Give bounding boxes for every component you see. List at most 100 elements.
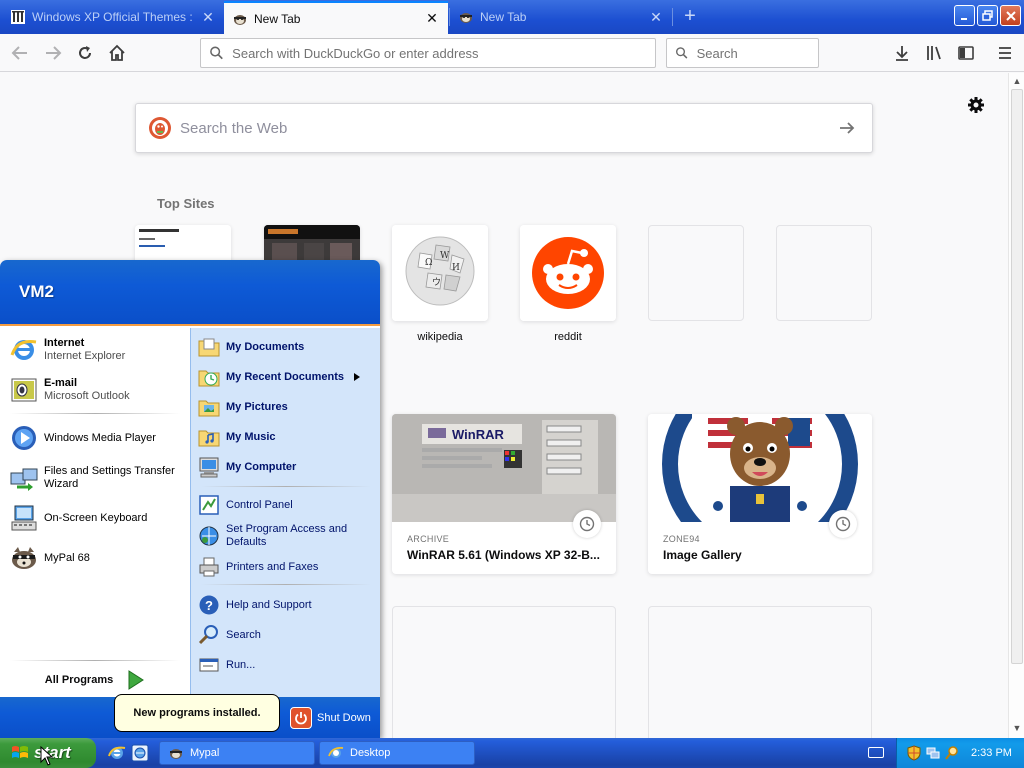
top-site-tile-wikipedia[interactable]: ΩWИ ウ bbox=[392, 225, 488, 321]
taskbar-button-desktop[interactable]: Desktop bbox=[319, 741, 475, 765]
gear-icon[interactable] bbox=[966, 95, 986, 115]
internet-explorer-icon bbox=[8, 334, 40, 366]
folder-documents-icon bbox=[197, 335, 221, 359]
start-place-my-recent-documents[interactable]: My Recent Documents bbox=[197, 364, 375, 390]
mypal-icon bbox=[458, 9, 474, 25]
back-arrow-icon bbox=[11, 46, 27, 60]
search-bar[interactable] bbox=[666, 38, 819, 68]
library-button[interactable] bbox=[921, 40, 947, 66]
notification-balloon[interactable]: New programs installed. bbox=[114, 694, 280, 732]
arrow-right-icon[interactable] bbox=[838, 119, 856, 137]
download-icon bbox=[896, 46, 908, 61]
new-tab-plus-icon[interactable]: + bbox=[678, 6, 702, 28]
scroll-up-arrow-icon[interactable]: ▲ bbox=[1012, 76, 1022, 86]
security-shield-icon[interactable] bbox=[907, 745, 921, 761]
start-place-label: Printers and Faxes bbox=[226, 560, 319, 573]
highlight-source: ARCHIVE bbox=[407, 534, 450, 544]
start-item-label: Files and Settings Transfer Wizard bbox=[44, 465, 175, 490]
start-place-my-documents[interactable]: My Documents bbox=[197, 334, 375, 360]
shut-down-button[interactable]: Shut Down bbox=[290, 705, 371, 731]
reload-button[interactable] bbox=[72, 40, 98, 66]
web-search-input[interactable] bbox=[180, 119, 838, 137]
submenu-arrow-icon bbox=[353, 373, 360, 381]
start-place-control-panel[interactable]: Control Panel bbox=[197, 492, 375, 518]
back-button[interactable] bbox=[7, 40, 33, 66]
start-place-set-program-access[interactable]: Set Program Access and Defaults bbox=[197, 520, 375, 552]
start-place-printers-faxes[interactable]: Printers and Faxes bbox=[197, 554, 375, 580]
sidebar-button[interactable] bbox=[953, 40, 979, 66]
tab-windows-xp-themes[interactable]: Windows XP Official Themes : Mic ✕ bbox=[2, 2, 224, 32]
close-tab-icon[interactable]: ✕ bbox=[648, 9, 664, 25]
clock-icon bbox=[573, 510, 601, 538]
scrollbar-thumb[interactable] bbox=[1011, 89, 1023, 664]
top-site-tile-reddit[interactable] bbox=[520, 225, 616, 321]
close-tab-icon[interactable]: ✕ bbox=[200, 9, 216, 25]
search-input[interactable] bbox=[696, 45, 818, 61]
start-place-label: Help and Support bbox=[226, 598, 312, 611]
start-place-label: Search bbox=[226, 628, 261, 641]
highlight-thumbnail bbox=[648, 414, 872, 522]
all-programs-button[interactable]: All Programs bbox=[30, 667, 160, 693]
start-item-internet[interactable]: Internet Internet Explorer bbox=[8, 332, 186, 368]
language-keyboard-icon[interactable] bbox=[868, 747, 884, 758]
library-icon bbox=[927, 46, 941, 60]
top-site-label[interactable]: wikipedia bbox=[392, 331, 488, 343]
window-restore-button[interactable] bbox=[977, 5, 998, 26]
menu-button[interactable] bbox=[992, 40, 1018, 66]
start-item-windows-media-player[interactable]: Windows Media Player bbox=[8, 420, 186, 456]
scroll-down-arrow-icon[interactable]: ▼ bbox=[1012, 723, 1022, 733]
start-place-my-computer[interactable]: My Computer bbox=[197, 454, 375, 480]
quicklaunch-ie-icon[interactable] bbox=[108, 744, 126, 762]
taskbar-button-mypal[interactable]: Mypal bbox=[159, 741, 315, 765]
start-place-label: My Documents bbox=[226, 340, 305, 353]
start-item-on-screen-keyboard[interactable]: On-Screen Keyboard bbox=[8, 500, 186, 536]
network-icon[interactable] bbox=[926, 745, 940, 761]
folder-music-icon bbox=[197, 425, 221, 449]
vertical-scrollbar[interactable]: ▲ ▼ bbox=[1008, 73, 1024, 738]
start-place-my-pictures[interactable]: My Pictures bbox=[197, 394, 375, 420]
address-input[interactable] bbox=[232, 45, 655, 61]
window-minimize-button[interactable] bbox=[954, 5, 975, 26]
start-place-help-support[interactable]: ? Help and Support bbox=[197, 592, 375, 618]
printer-icon bbox=[197, 555, 221, 579]
highlight-card[interactable]: ZONE94 Image Gallery bbox=[648, 414, 872, 574]
start-item-label: On-Screen Keyboard bbox=[44, 511, 148, 524]
address-bar[interactable] bbox=[200, 38, 656, 68]
start-item-mypal[interactable]: MyPal 68 bbox=[8, 540, 186, 576]
svg-text:Ω: Ω bbox=[425, 258, 432, 268]
start-place-my-music[interactable]: My Music bbox=[197, 424, 375, 450]
forward-button[interactable] bbox=[40, 40, 66, 66]
browser-tab-strip: Windows XP Official Themes : Mic ✕ New T… bbox=[0, 0, 1024, 34]
search-tray-icon[interactable] bbox=[945, 745, 959, 761]
start-place-run[interactable]: Run... bbox=[197, 652, 375, 678]
start-item-files-settings-transfer[interactable]: Files and Settings Transfer Wizard bbox=[8, 460, 186, 496]
window-close-button[interactable] bbox=[1000, 5, 1021, 26]
tab-new-tab[interactable]: New Tab ✕ bbox=[450, 2, 672, 32]
start-place-search[interactable]: Search bbox=[197, 622, 375, 648]
transfer-wizard-icon bbox=[8, 462, 40, 494]
home-button[interactable] bbox=[104, 40, 130, 66]
start-menu: VM2 Internet Internet Explorer E-mail Micr… bbox=[0, 260, 380, 738]
close-tab-icon[interactable]: ✕ bbox=[424, 10, 440, 27]
start-item-title: Internet bbox=[44, 337, 85, 349]
tab-new-tab-active[interactable]: New Tab ✕ bbox=[224, 1, 448, 34]
highlight-title: Image Gallery bbox=[663, 548, 742, 562]
top-site-label[interactable]: reddit bbox=[520, 331, 616, 343]
start-item-email[interactable]: E-mail Microsoft Outlook bbox=[8, 372, 186, 408]
reload-icon bbox=[79, 46, 91, 59]
clock[interactable]: 2:33 PM bbox=[971, 747, 1012, 759]
shut-down-label: Shut Down bbox=[317, 712, 371, 724]
start-item-title: E-mail bbox=[44, 377, 78, 389]
start-menu-programs-pane: Internet Internet Explorer E-mail Microsof… bbox=[0, 328, 190, 697]
highlight-card[interactable]: WinRAR ARCHIVE WinRAR 5.61 (Windows XP 3… bbox=[392, 414, 616, 574]
mouse-cursor-icon bbox=[40, 745, 54, 766]
user-name: VM2 bbox=[19, 282, 54, 301]
my-computer-icon bbox=[197, 455, 221, 479]
quicklaunch-show-desktop-icon[interactable] bbox=[131, 744, 149, 762]
start-item-subtitle: Internet Explorer bbox=[44, 350, 126, 362]
downloads-button[interactable] bbox=[889, 40, 915, 66]
web-search-box[interactable] bbox=[135, 103, 873, 153]
bear-seal-image bbox=[648, 414, 872, 522]
tab-separator bbox=[672, 8, 673, 26]
svg-text:И: И bbox=[452, 263, 460, 273]
